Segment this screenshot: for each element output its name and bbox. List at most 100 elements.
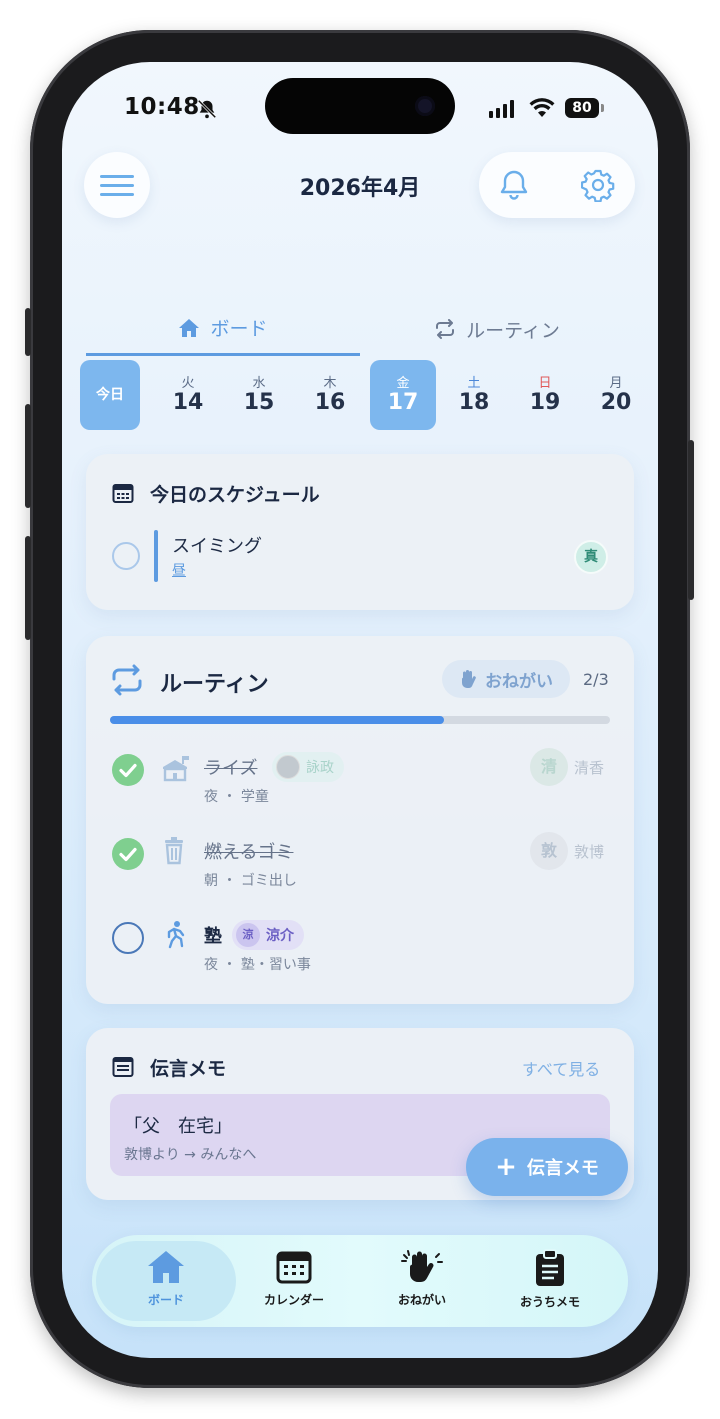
day-of-week: 火 [181,376,195,391]
routine-card: ルーティン おねがい 2/3 ライズ 詠政 夜 ・ 学童 清 清香 燃えるゴミ … [86,636,634,1004]
header-actions [479,152,635,218]
volume-down-button [25,536,31,640]
day-of-week: 土 [467,376,481,391]
onegai-button[interactable]: おねがい [442,660,570,698]
date-cell-18[interactable]: 土 18 [444,360,504,430]
routine-progress-track [110,716,610,724]
battery-indicator: 80 [565,98,599,118]
schedule-color-bar [154,530,158,582]
school-icon [163,756,189,782]
notification-bell-icon[interactable] [497,168,531,202]
day-of-week: 水 [252,376,266,391]
day-number: 19 [529,390,561,415]
bottom-tab-bar: ボード カレンダー おねがい おうちメモ [92,1235,628,1327]
today-button[interactable]: 今日 [80,360,140,430]
tabbar-home-memo-label: おうちメモ [519,1295,580,1309]
note-icon [112,1057,134,1077]
routine-checkbox-done[interactable] [112,754,144,786]
see-all-link[interactable]: すべて見る [522,1056,600,1080]
mute-switch [25,308,31,356]
calendar-icon [276,1251,312,1284]
routine-progress-fill [110,716,444,724]
schedule-checkbox[interactable] [112,542,140,570]
day-number: 15 [243,390,275,415]
home-icon [179,318,200,337]
routine-checkbox-done[interactable] [112,838,144,870]
day-of-week: 月 [609,376,623,391]
member-chip: 詠政 [272,752,344,782]
date-strip: 今日 火 14 水 15 木 16 金 17 土 18 日 19 月 20 [80,360,640,430]
routine-item-name[interactable]: 塾 [204,922,222,948]
memo-title: 伝言メモ [150,1058,227,1080]
routine-item-name[interactable]: ライズ [204,754,257,780]
date-cell-19[interactable]: 日 19 [515,360,575,430]
settings-gear-icon[interactable] [581,168,615,202]
wifi-icon [529,98,555,117]
routine-assignee: 敦 敦博 [530,832,604,870]
silent-bell-icon [197,99,217,119]
day-number: 20 [600,390,632,415]
memo-from: 敦博より → みんなへ [124,1147,257,1163]
routine-checkbox[interactable] [112,922,144,954]
day-of-week: 木 [323,376,337,391]
date-cell-14[interactable]: 火 14 [158,360,218,430]
tabbar-onegai[interactable]: おねがい [352,1241,492,1321]
calendar-icon [112,484,134,503]
day-of-week: 金 [396,376,410,391]
routine-title: ルーティン [160,672,269,697]
clipboard-icon [536,1249,564,1286]
add-memo-button[interactable]: + 伝言メモ [466,1138,628,1196]
member-chip-name: 詠政 [306,760,334,776]
routine-assignee: 清 清香 [530,748,604,786]
tabbar-calendar[interactable]: カレンダー [224,1241,364,1321]
routine-item-sub: 夜 ・ 学童 [204,789,269,805]
tabbar-home-memo[interactable]: おうちメモ [480,1241,620,1321]
tab-board[interactable]: ボード [86,314,360,356]
routine-item-sub: 夜 ・ 塾・習い事 [204,957,311,973]
screen: 10:48 80 2026年4月 ボード ルーティン 今日 火 14 水 15 … [62,62,658,1358]
schedule-card: 今日のスケジュール スイミング 昼 真 [86,454,634,610]
routine-count: 2/3 [583,670,609,689]
member-chip-avatar: 涼 [236,923,260,947]
repeat-icon [112,664,142,696]
trash-icon [165,837,183,865]
day-of-week: 日 [538,376,552,391]
assignee-avatar: 清 [530,748,568,786]
repeat-icon [436,319,455,339]
add-memo-label: 伝言メモ [526,1158,599,1179]
today-label: 今日 [96,387,124,403]
running-person-icon [167,921,185,949]
day-number: 16 [314,390,346,415]
date-cell-16[interactable]: 木 16 [300,360,360,430]
day-number: 14 [172,390,204,415]
tab-board-label: ボード [210,318,268,340]
tab-routine[interactable]: ルーティン [360,314,634,356]
assignee-name: 清香 [574,758,605,777]
date-cell-20[interactable]: 月 20 [586,360,646,430]
cellular-signal-icon [489,100,514,118]
routine-item-sub: 朝 ・ ゴミ出し [204,873,297,889]
schedule-item-time: 昼 [172,563,186,579]
assignee-avatar: 敦 [530,832,568,870]
date-cell-15[interactable]: 水 15 [229,360,289,430]
schedule-item-name[interactable]: スイミング [172,532,262,558]
status-time: 10:48 [124,94,200,120]
waving-hands-icon [401,1250,443,1282]
schedule-title: 今日のスケジュール [150,484,320,506]
onegai-label: おねがい [485,671,553,692]
tabbar-board-label: ボード [147,1293,184,1307]
hand-icon [462,670,476,688]
battery-tip [601,104,604,112]
dynamic-island [265,78,455,134]
power-button [688,440,694,600]
member-chip-name: 涼介 [266,928,294,944]
day-number: 17 [387,390,419,415]
volume-up-button [25,404,31,508]
tabbar-board[interactable]: ボード [96,1241,236,1321]
member-photo-avatar [276,755,300,779]
assignee-name: 敦博 [574,842,605,861]
memo-text: 「父 在宅」 [124,1116,232,1137]
routine-item-name[interactable]: 燃えるゴミ [204,838,293,864]
tab-routine-label: ルーティン [466,319,560,342]
date-cell-17-selected[interactable]: 金 17 [370,360,436,430]
